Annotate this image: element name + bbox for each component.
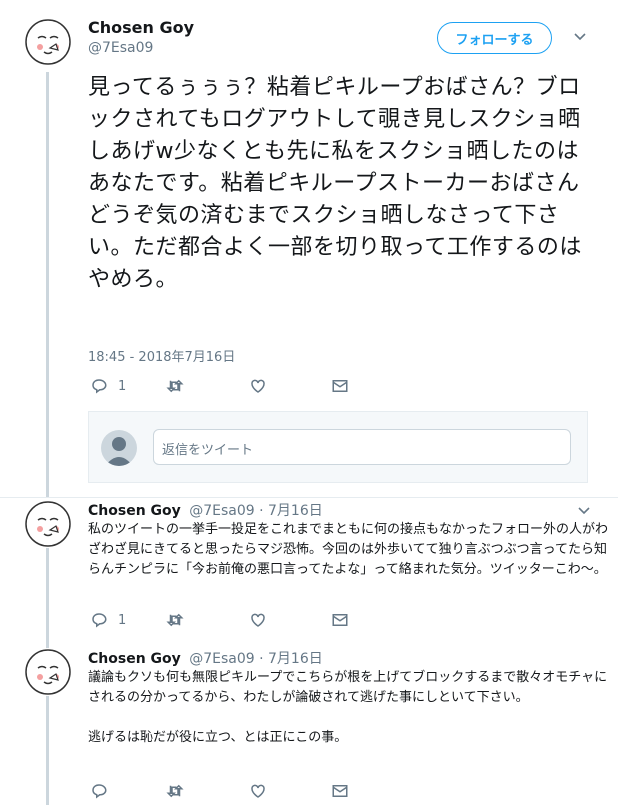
message-action[interactable] xyxy=(331,377,349,395)
avatar-face-icon xyxy=(25,19,71,65)
thread-line xyxy=(46,540,49,650)
reply-icon xyxy=(92,613,107,628)
thread-line xyxy=(46,695,49,805)
retweet-icon xyxy=(166,613,184,627)
avatar[interactable] xyxy=(24,500,72,548)
message-action[interactable] xyxy=(331,611,349,629)
message-action[interactable] xyxy=(331,782,349,800)
heart-icon xyxy=(251,784,265,798)
avatar-face-icon xyxy=(25,501,71,547)
thread-line xyxy=(46,72,49,497)
envelope-icon xyxy=(332,785,348,797)
tweet-text: 私のツイートの一挙手一投足をこれまでまともに何の接点もなかったフォロー外の人がわ… xyxy=(88,522,609,577)
retweet-action[interactable] xyxy=(166,611,184,629)
avatar[interactable] xyxy=(24,648,72,696)
follow-button[interactable]: フォローする xyxy=(437,22,552,54)
reply-box: 返信をツイート xyxy=(88,411,588,483)
reply-action[interactable]: 1 xyxy=(90,611,126,629)
reply-icon xyxy=(92,379,107,394)
envelope-icon xyxy=(332,380,348,392)
heart-icon xyxy=(251,379,265,393)
like-action[interactable] xyxy=(249,782,267,800)
author-name[interactable]: Chosen Goy xyxy=(88,503,181,519)
reply-count: 1 xyxy=(118,612,127,628)
author-handle[interactable]: @7Esa09 xyxy=(88,40,153,56)
retweet-action[interactable] xyxy=(166,377,184,395)
reply-action[interactable] xyxy=(90,782,108,800)
retweet-icon xyxy=(166,379,184,393)
like-action[interactable] xyxy=(249,377,267,395)
retweet-action[interactable] xyxy=(166,782,184,800)
avatar-face-icon xyxy=(25,649,71,695)
envelope-icon xyxy=(332,614,348,626)
reply-icon xyxy=(92,784,107,799)
reply-count: 1 xyxy=(118,378,127,394)
tweet-header: Chosen Goy @7Esa09 · 7月16日 xyxy=(88,500,323,520)
reply-action[interactable]: 1 xyxy=(90,377,126,395)
avatar[interactable] xyxy=(24,18,72,66)
divider xyxy=(0,497,618,498)
reply-input[interactable]: 返信をツイート xyxy=(153,429,571,465)
chevron-down-icon[interactable] xyxy=(574,30,586,44)
author-handle-date[interactable]: @7Esa09 · 7月16日 xyxy=(189,651,323,667)
author-name[interactable]: Chosen Goy xyxy=(88,651,181,667)
heart-icon xyxy=(251,613,265,627)
chevron-down-icon[interactable] xyxy=(578,504,590,518)
timestamp[interactable]: 18:45 - 2018年7月16日 xyxy=(88,346,235,365)
retweet-icon xyxy=(166,784,184,798)
author-handle-date[interactable]: @7Esa09 · 7月16日 xyxy=(189,503,323,519)
tweet-header: Chosen Goy @7Esa09 · 7月16日 xyxy=(88,648,323,668)
like-action[interactable] xyxy=(249,611,267,629)
tweet-text: 見ってるぅぅぅ？粘着ピキループおばさん？ブロックされてもログアウトして覗き見しス… xyxy=(88,75,582,292)
tweet-text: 議論もクソも何も無限ピキループでこちらが根を上げてブロックするまで散々オモチャに… xyxy=(88,670,608,745)
user-avatar-icon xyxy=(101,430,137,466)
author-name[interactable]: Chosen Goy xyxy=(88,18,194,37)
